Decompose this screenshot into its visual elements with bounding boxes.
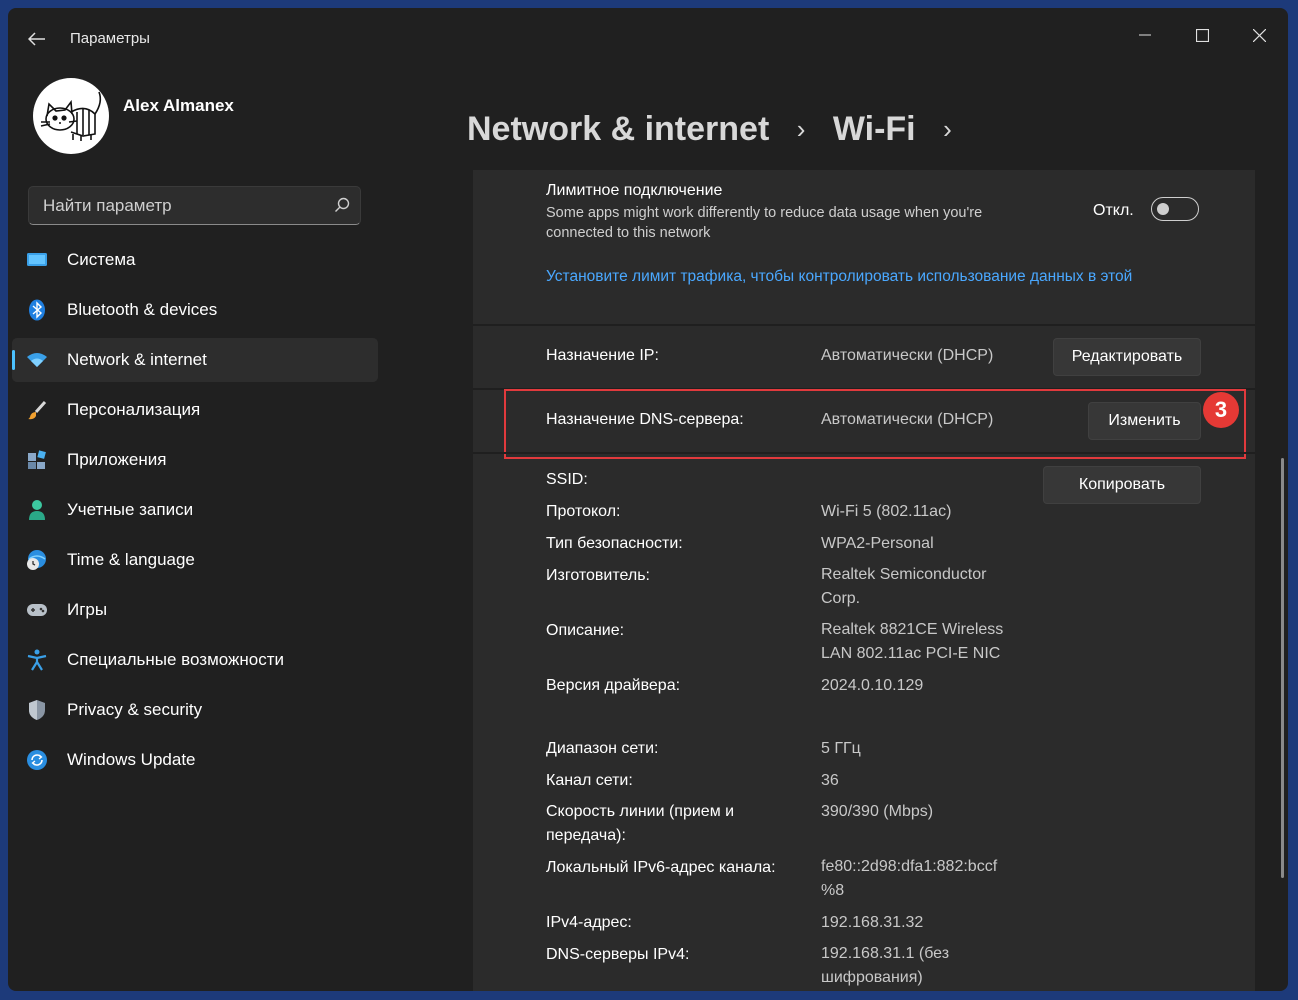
sidebar-item-personalization[interactable]: Персонализация — [12, 388, 378, 432]
ipv6-address-value: fe80::2d98:dfa1:882:bccf %8 — [821, 858, 998, 899]
search-input[interactable] — [41, 194, 325, 218]
breadcrumb-network-internet[interactable]: Network & internet — [467, 110, 769, 149]
sidebar-nav: Система Bluetooth & devices Network & in… — [12, 238, 378, 788]
divider — [473, 324, 1255, 326]
security-type-value: WPA2-Personal — [821, 535, 934, 552]
driver-version-label: Версия драйвера: — [546, 677, 681, 694]
sidebar-item-bluetooth[interactable]: Bluetooth & devices — [12, 288, 378, 332]
manufacturer-value: Realtek Semiconductor Corp. — [821, 566, 987, 607]
wifi-properties-panel: Лимитное подключение Some apps might wor… — [473, 170, 1255, 991]
sidebar-item-system[interactable]: Система — [12, 238, 378, 282]
sidebar-item-label: Windows Update — [67, 750, 196, 769]
minimize-button[interactable] — [1122, 16, 1168, 54]
security-type-label: Тип безопасности: — [546, 535, 683, 552]
sidebar-item-label: Privacy & security — [67, 700, 203, 719]
sidebar-item-accounts[interactable]: Учетные записи — [12, 488, 378, 532]
link-speed-value: 390/390 (Mbps) — [821, 803, 934, 820]
ipv4-dns-servers-label: DNS-серверы IPv4: — [546, 946, 690, 963]
close-icon — [1252, 28, 1266, 42]
network-channel-label: Канал сети: — [546, 772, 633, 789]
apps-icon — [26, 449, 48, 471]
sidebar-item-label: Приложения — [67, 450, 167, 469]
divider — [473, 452, 1255, 454]
gamepad-icon — [26, 599, 48, 621]
ip-assignment-value: Автоматически (DHCP) — [821, 347, 994, 364]
network-band-value: 5 ГГц — [821, 740, 861, 757]
back-arrow-icon — [28, 32, 45, 46]
sidebar-item-label: Bluetooth & devices — [67, 300, 218, 319]
chevron-right-icon: › — [796, 113, 806, 144]
app-title: Параметры — [70, 30, 150, 47]
ipv4-address-value: 192.168.31.32 — [821, 914, 924, 931]
update-icon — [26, 749, 48, 771]
bluetooth-icon — [26, 299, 48, 321]
manufacturer-label: Изготовитель: — [546, 567, 650, 584]
copy-button[interactable]: Копировать — [1043, 466, 1201, 504]
sidebar-item-label: Учетные записи — [67, 500, 194, 519]
ipv4-dns-servers-value: 192.168.31.1 (без шифрования) — [821, 945, 950, 986]
user-name: Alex Almanex — [123, 96, 234, 115]
sidebar-item-windows-update[interactable]: Windows Update — [12, 738, 378, 782]
sidebar-item-label: Игры — [67, 600, 108, 619]
protocol-label: Протокол: — [546, 503, 621, 520]
driver-version-value: 2024.0.10.129 — [821, 677, 924, 694]
ip-assignment-label: Назначение IP: — [546, 347, 659, 364]
maximize-button[interactable] — [1179, 16, 1225, 54]
sidebar-item-privacy[interactable]: Privacy & security — [12, 688, 378, 732]
breadcrumb: Network & internet › Wi-Fi › — [467, 108, 970, 149]
description-label: Описание: — [546, 622, 625, 639]
metered-toggle-label: Откл. — [1093, 202, 1134, 219]
settings-window: Параметры Alex Almanex Найти параметр Си… — [8, 8, 1288, 991]
brush-icon — [26, 399, 48, 421]
cat-avatar-icon — [40, 91, 102, 141]
maximize-icon — [1195, 28, 1209, 42]
shield-icon — [26, 699, 48, 721]
sidebar-item-label: Специальные возможности — [67, 650, 285, 669]
close-button[interactable] — [1236, 16, 1282, 54]
search-icon[interactable] — [334, 197, 350, 218]
sidebar-item-label: Time & language — [67, 550, 195, 569]
avatar[interactable] — [33, 78, 109, 154]
sidebar-item-apps[interactable]: Приложения — [12, 438, 378, 482]
wifi-icon — [26, 349, 48, 371]
metered-connection-title: Лимитное подключение — [546, 182, 723, 199]
sidebar-item-accessibility[interactable]: Специальные возможности — [12, 638, 378, 682]
ssid-label: SSID: — [546, 471, 588, 488]
back-button[interactable] — [22, 24, 52, 54]
sidebar-item-time-language[interactable]: Time & language — [12, 538, 378, 582]
sidebar-item-label: Network & internet — [67, 350, 207, 369]
sidebar-item-gaming[interactable]: Игры — [12, 588, 378, 632]
network-band-label: Диапазон сети: — [546, 740, 659, 757]
sidebar-item-label: Система — [67, 250, 136, 269]
step-number-badge: 3 — [1203, 392, 1239, 428]
ipv4-address-label: IPv4-адрес: — [546, 914, 632, 931]
person-icon — [26, 499, 48, 521]
chevron-right-icon: › — [943, 113, 952, 144]
sidebar-item-network[interactable]: Network & internet — [12, 338, 378, 382]
scrollbar[interactable] — [1281, 458, 1284, 878]
globe-clock-icon — [26, 549, 48, 571]
metered-connection-description: Some apps might work differently to redu… — [546, 205, 983, 241]
annotation-highlight-box — [504, 389, 1246, 459]
ipv6-address-label: Локальный IPv6-адрес канала: — [546, 859, 776, 876]
system-icon — [26, 249, 48, 271]
data-limit-link[interactable]: Установите лимит трафика, чтобы контроли… — [546, 268, 1206, 286]
link-speed-label: Скорость линии (прием и передача): — [546, 803, 735, 844]
toggle-knob — [1157, 203, 1169, 215]
sidebar-item-label: Персонализация — [67, 400, 201, 419]
metered-connection-toggle[interactable] — [1151, 197, 1199, 221]
accessibility-icon — [26, 649, 48, 671]
search-box[interactable] — [28, 186, 361, 225]
title-bar: Параметры — [8, 8, 1288, 70]
edit-ip-button[interactable]: Редактировать — [1053, 338, 1201, 376]
network-channel-value: 36 — [821, 772, 839, 789]
protocol-value: Wi-Fi 5 (802.11ac) — [821, 503, 952, 520]
description-value: Realtek 8821CE Wireless LAN 802.11ac PCI… — [821, 621, 1004, 662]
minimize-icon — [1139, 34, 1151, 36]
breadcrumb-wifi[interactable]: Wi-Fi — [833, 110, 916, 149]
